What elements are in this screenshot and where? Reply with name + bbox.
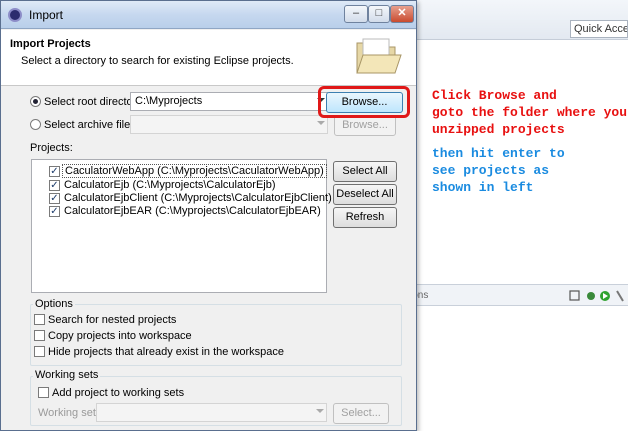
close-button[interactable]: ✕ [390,5,414,23]
archive-file-radio[interactable] [30,119,41,130]
import-dialog: Import – □ ✕ Import Projects Select a di… [0,0,417,431]
dialog-title: Import [29,8,64,22]
list-item[interactable]: CalculatorEjbClient (C:\Myprojects\Calcu… [64,192,332,206]
quick-access-field[interactable]: Quick Access [570,20,628,38]
annotation-red-line: goto the folder where you [432,105,628,120]
annotation-blue-line: shown in left [432,180,534,195]
working-sets-title: Working sets [33,369,101,381]
maximize-button[interactable]: □ [368,5,390,23]
refresh-button[interactable]: Refresh [333,207,397,228]
project-checkbox[interactable]: ✓ [49,180,60,191]
panel-toolbar-icons[interactable] [569,289,625,303]
deselect-all-button[interactable]: Deselect All [333,184,397,205]
list-item[interactable]: CalculatorEjbEAR (C:\Myprojects\Calculat… [64,205,321,219]
copy-projects-label: Copy projects into workspace [48,330,192,342]
annotation-red-line: Click Browse and [432,88,557,103]
root-directory-radio[interactable] [30,96,41,107]
chevron-down-icon[interactable] [316,409,324,413]
wizard-title: Import Projects [10,38,91,50]
wizard-description: Select a directory to search for existin… [21,55,294,67]
select-working-sets-button[interactable]: Select... [333,403,389,424]
add-to-working-sets-label: Add project to working sets [52,387,185,399]
projects-list[interactable]: ✓ CaculatorWebApp (C:\Myprojects\Caculat… [31,159,332,293]
annotation-blue-line: see projects as [432,163,550,178]
project-checkbox[interactable]: ✓ [49,206,60,217]
annotation-red-line: unzipped projects [432,122,565,137]
projects-label: Projects: [30,142,73,154]
nested-projects-checkbox[interactable] [34,314,45,325]
select-all-button[interactable]: Select All [333,161,397,182]
root-directory-value: C:\Myprojects [135,95,203,107]
root-directory-combo[interactable]: C:\Myprojects [130,92,328,111]
browse-highlight [318,86,410,118]
working-sets-label: Working sets: [38,407,105,419]
project-checkbox[interactable]: ✓ [49,193,60,204]
copy-projects-checkbox[interactable] [34,330,45,341]
add-to-working-sets-checkbox[interactable] [38,387,49,398]
options-title: Options [33,298,75,310]
minimize-button[interactable]: – [344,5,368,23]
list-item[interactable]: CalculatorEjb (C:\Myprojects\CalculatorE… [64,179,276,193]
archive-browse-button[interactable]: Browse... [334,115,396,136]
open-folder-icon [356,38,402,74]
archive-file-combo[interactable] [130,115,328,134]
hide-existing-checkbox[interactable] [34,346,45,357]
wizard-header: Import Projects Select a directory to se… [1,30,416,86]
nested-projects-label: Search for nested projects [48,314,177,326]
hide-existing-label: Hide projects that already exist in the … [48,346,285,358]
dialog-titlebar[interactable]: Import – □ ✕ [1,1,416,29]
bottom-panel-tabbar [405,284,628,306]
eclipse-icon [8,8,22,22]
chevron-down-icon[interactable] [317,121,325,125]
working-sets-combo[interactable] [96,403,327,422]
list-item[interactable]: CaculatorWebApp (C:\Myprojects\Caculator… [62,164,327,178]
annotation-blue-line: then hit enter to [432,146,565,161]
archive-file-label: Select archive file: [44,119,134,131]
project-checkbox[interactable]: ✓ [49,166,60,177]
